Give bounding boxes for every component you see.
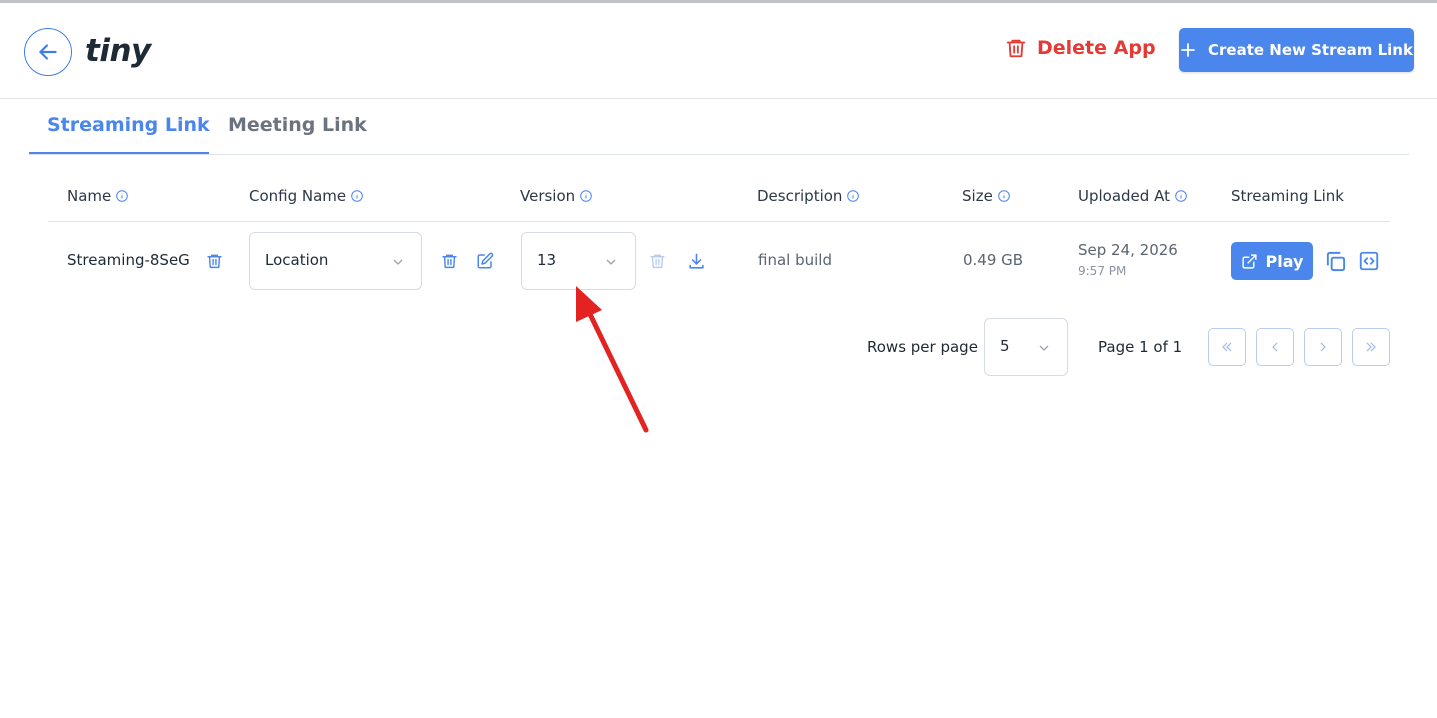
version-select-value: 13 bbox=[537, 251, 557, 269]
code-icon bbox=[1359, 251, 1379, 271]
next-page-button[interactable] bbox=[1304, 328, 1342, 366]
column-header-uploaded-at: Uploaded At bbox=[1078, 187, 1187, 205]
tab-bar: Streaming Link Meeting Link bbox=[29, 100, 1409, 155]
delete-app-label: Delete App bbox=[1037, 37, 1156, 59]
trash-icon bbox=[649, 254, 665, 269]
row-uploaded-time: 9:57 PM bbox=[1078, 264, 1127, 278]
create-stream-link-button[interactable]: Create New Stream Link bbox=[1179, 28, 1414, 72]
annotation-arrow bbox=[576, 286, 649, 433]
play-label: Play bbox=[1265, 251, 1304, 271]
create-stream-link-label: Create New Stream Link bbox=[1208, 41, 1413, 59]
embed-code-button[interactable] bbox=[1357, 249, 1381, 273]
info-icon[interactable] bbox=[1175, 190, 1187, 202]
download-icon bbox=[688, 253, 704, 269]
edit-config-button[interactable] bbox=[474, 250, 496, 272]
trash-icon bbox=[1006, 39, 1026, 58]
column-label: Config Name bbox=[249, 187, 347, 205]
row-size: 0.49 GB bbox=[963, 251, 1024, 269]
rows-per-page-select[interactable]: 5 bbox=[984, 318, 1068, 376]
row-description: final build bbox=[758, 251, 832, 269]
delete-version-button[interactable] bbox=[646, 250, 668, 272]
copy-link-button[interactable] bbox=[1323, 249, 1347, 273]
tab-meeting-link[interactable]: Meeting Link bbox=[228, 114, 367, 136]
info-icon[interactable] bbox=[116, 190, 129, 202]
chevron-down-icon bbox=[1039, 345, 1049, 351]
delete-stream-button[interactable] bbox=[203, 250, 225, 272]
app-logo: tiny bbox=[85, 33, 151, 69]
rows-per-page-label: Rows per page bbox=[867, 338, 978, 356]
chevron-left-icon bbox=[1272, 342, 1278, 352]
column-label: Uploaded At bbox=[1078, 187, 1170, 205]
edit-icon bbox=[477, 252, 494, 269]
header: tiny Delete App Create New Stream Link bbox=[0, 3, 1437, 99]
plus-icon bbox=[1181, 43, 1195, 57]
column-label: Streaming Link bbox=[1231, 187, 1344, 205]
play-button[interactable]: Play bbox=[1231, 242, 1313, 280]
column-header-name: Name bbox=[67, 187, 129, 205]
column-label: Description bbox=[757, 187, 843, 205]
chevron-down-icon bbox=[393, 259, 403, 265]
trash-icon bbox=[441, 254, 457, 269]
trash-icon bbox=[206, 254, 222, 269]
chevron-down-icon bbox=[606, 259, 616, 265]
info-icon[interactable] bbox=[847, 190, 860, 202]
external-link-icon bbox=[1241, 253, 1257, 269]
config-select[interactable]: Location bbox=[249, 232, 422, 290]
copy-icon bbox=[1326, 251, 1345, 271]
table-header: Name Config Name Version Description Siz… bbox=[48, 175, 1390, 222]
delete-app-button[interactable]: Delete App bbox=[1005, 36, 1156, 60]
rows-per-page-value: 5 bbox=[1000, 337, 1010, 355]
tab-streaming-link[interactable]: Streaming Link bbox=[47, 114, 210, 136]
column-label: Version bbox=[520, 187, 576, 205]
row-uploaded-date: Sep 24, 2026 bbox=[1078, 241, 1178, 259]
first-page-button[interactable] bbox=[1208, 328, 1246, 366]
last-page-button[interactable] bbox=[1352, 328, 1390, 366]
back-button[interactable] bbox=[24, 28, 72, 76]
back-arrow-icon bbox=[39, 44, 57, 60]
config-select-value: Location bbox=[265, 251, 329, 269]
column-header-size: Size bbox=[962, 187, 1010, 205]
column-header-config: Config Name bbox=[249, 187, 363, 205]
download-version-button[interactable] bbox=[685, 250, 707, 272]
column-header-description: Description bbox=[757, 187, 860, 205]
active-tab-indicator bbox=[29, 152, 209, 154]
previous-page-button[interactable] bbox=[1256, 328, 1294, 366]
row-name: Streaming-8SeG bbox=[67, 251, 190, 269]
info-icon[interactable] bbox=[580, 190, 592, 202]
double-chevron-right-icon bbox=[1366, 342, 1376, 352]
info-icon[interactable] bbox=[351, 190, 363, 202]
delete-config-button[interactable] bbox=[438, 250, 460, 272]
double-chevron-left-icon bbox=[1222, 342, 1232, 352]
column-header-streaming-link: Streaming Link bbox=[1231, 187, 1344, 205]
column-label: Name bbox=[67, 187, 112, 205]
chevron-right-icon bbox=[1320, 342, 1326, 352]
info-icon[interactable] bbox=[997, 190, 1010, 202]
column-header-version: Version bbox=[520, 187, 592, 205]
page-indicator: Page 1 of 1 bbox=[1098, 338, 1183, 356]
column-label: Size bbox=[962, 187, 993, 205]
